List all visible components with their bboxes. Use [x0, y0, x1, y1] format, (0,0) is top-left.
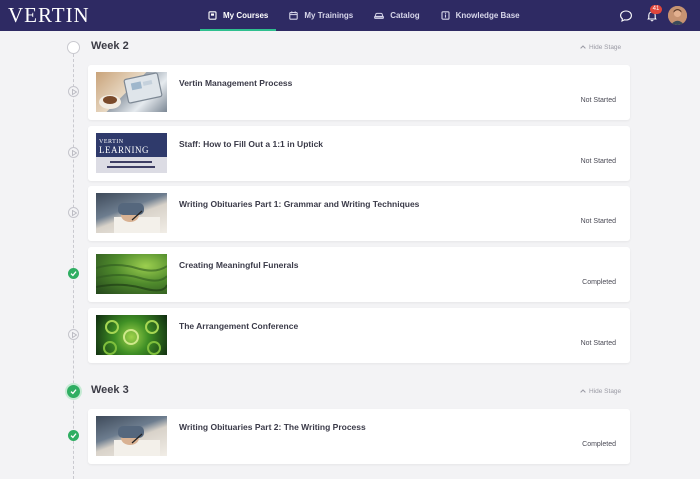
- course-card[interactable]: Creating Meaningful Funerals Completed: [88, 247, 630, 302]
- nav-knowledge-base-label: Knowledge Base: [455, 11, 520, 20]
- course-row: Vertin Management Process Not Started: [0, 65, 700, 120]
- course-card[interactable]: Vertin Management Process Not Started: [88, 65, 630, 120]
- course-row: VERTIN LEARNING Staff: How to Fill Out a…: [0, 126, 700, 181]
- top-navigation-bar: VERTIN My Courses My Trainings Catalog K…: [0, 0, 700, 31]
- course-card[interactable]: VERTIN LEARNING Staff: How to Fill Out a…: [88, 126, 630, 181]
- course-row: The Arrangement Conference Not Started: [0, 308, 700, 363]
- info-book-icon: [441, 11, 450, 20]
- play-icon: [68, 86, 79, 97]
- course-row: Writing Obituaries Part 1: Grammar and W…: [0, 186, 700, 241]
- hide-stage-label: Hide Stage: [589, 388, 622, 395]
- thumbnail-caption-line: [110, 161, 152, 163]
- course-title[interactable]: Writing Obituaries Part 1: Grammar and W…: [179, 199, 419, 209]
- course-row: Writing Obituaries Part 2: The Writing P…: [0, 409, 700, 464]
- nav-my-courses[interactable]: My Courses: [200, 0, 277, 31]
- chevron-up-icon: [580, 388, 586, 395]
- course-thumbnail: [96, 193, 167, 233]
- hide-stage-button[interactable]: Hide Stage: [580, 388, 621, 395]
- notification-count-badge: 41: [650, 5, 662, 14]
- play-icon: [68, 329, 79, 340]
- calendar-icon: [289, 11, 299, 20]
- check-icon: [68, 430, 79, 441]
- nav-catalog[interactable]: Catalog: [366, 0, 427, 31]
- course-status: Not Started: [580, 218, 616, 225]
- course-title[interactable]: Vertin Management Process: [179, 78, 292, 88]
- check-icon: [68, 268, 79, 279]
- main-nav: My Courses My Trainings Catalog Knowledg…: [200, 0, 533, 31]
- thumbnail-text: LEARNING: [99, 145, 149, 155]
- course-title[interactable]: Staff: How to Fill Out a 1:1 in Uptick: [179, 139, 323, 149]
- nav-knowledge-base[interactable]: Knowledge Base: [433, 0, 528, 31]
- nav-catalog-label: Catalog: [390, 11, 420, 20]
- hide-stage-button[interactable]: Hide Stage: [580, 44, 621, 51]
- stage-title: Week 3: [91, 384, 129, 396]
- vertin-logo[interactable]: VERTIN: [8, 3, 90, 28]
- stage-status-icon: [67, 41, 80, 54]
- play-icon: [68, 207, 79, 218]
- play-icon: [68, 147, 79, 158]
- course-status: Not Started: [580, 97, 616, 104]
- avatar[interactable]: [668, 6, 687, 25]
- course-thumbnail: [96, 315, 167, 355]
- course-title[interactable]: Writing Obituaries Part 2: The Writing P…: [179, 422, 366, 432]
- course-status: Not Started: [580, 340, 616, 347]
- course-status: Not Started: [580, 158, 616, 165]
- course-card[interactable]: Writing Obituaries Part 1: Grammar and W…: [88, 186, 630, 241]
- course-status: Completed: [582, 441, 616, 448]
- hide-stage-label: Hide Stage: [589, 44, 622, 51]
- nav-my-trainings-label: My Trainings: [304, 11, 354, 20]
- chat-icon[interactable]: [619, 9, 633, 23]
- stage-check-icon: [67, 385, 80, 398]
- course-title[interactable]: The Arrangement Conference: [179, 321, 298, 331]
- nav-my-trainings[interactable]: My Trainings: [281, 0, 361, 31]
- course-thumbnail: [96, 416, 167, 456]
- stage-header-week-3: Week 3 Hide Stage: [0, 382, 700, 402]
- course-timeline: Week 2 Hide Stage Vertin Management Proc…: [0, 31, 700, 479]
- thumbnail-caption-line: [107, 166, 155, 168]
- thumbnail-caption-strip: [96, 157, 167, 173]
- course-card[interactable]: Writing Obituaries Part 2: The Writing P…: [88, 409, 630, 464]
- stage-title: Week 2: [91, 40, 129, 52]
- course-card[interactable]: The Arrangement Conference Not Started: [88, 308, 630, 363]
- course-thumbnail: [96, 72, 167, 112]
- book-icon: [208, 11, 217, 20]
- course-title[interactable]: Creating Meaningful Funerals: [179, 260, 299, 270]
- car-icon: [374, 11, 385, 20]
- notifications-button[interactable]: 41: [645, 5, 662, 23]
- nav-my-courses-label: My Courses: [223, 11, 269, 20]
- course-row: Creating Meaningful Funerals Completed: [0, 247, 700, 302]
- chevron-up-icon: [580, 44, 586, 51]
- stage-header-week-2: Week 2 Hide Stage: [0, 38, 700, 58]
- course-status: Completed: [582, 279, 616, 286]
- course-thumbnail: [96, 254, 167, 294]
- course-thumbnail: VERTIN LEARNING: [96, 133, 167, 173]
